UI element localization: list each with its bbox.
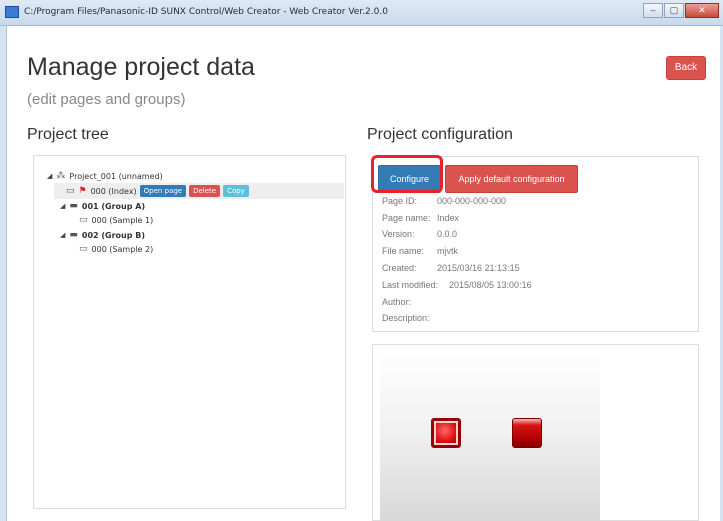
preview-red-button-2 — [512, 418, 542, 448]
info-version: Version: 0.0.0 — [382, 229, 457, 239]
info-last-modified: Last modified: 2015/08/05 13:00:16 — [382, 280, 532, 290]
monitor-icon: ▭ — [79, 215, 88, 225]
apply-default-configuration-button[interactable]: Apply default configuration — [445, 165, 578, 193]
page-subtitle: (edit pages and groups) — [27, 91, 186, 108]
tree-item-group-b-label: 002 (Group B) — [81, 230, 146, 240]
tree-item-group-b-page-label: 000 (Sample 2) — [91, 244, 154, 254]
tree-item-project[interactable]: ◢ ⁂ Project_001 (unnamed) — [47, 171, 163, 181]
monitor-icon: ▭ — [66, 186, 75, 196]
info-created: Created: 2015/03/16 21:13:15 — [382, 263, 520, 273]
info-label: Page name: — [382, 213, 431, 223]
info-label: Created: — [382, 263, 417, 273]
project-tree-heading: Project tree — [27, 126, 109, 143]
info-label: Page ID: — [382, 196, 418, 206]
maximize-button[interactable]: ▢ — [664, 3, 684, 18]
window-frame-left — [0, 26, 7, 521]
tree-item-selected-label: 000 (Index) — [90, 186, 137, 196]
info-label: Version: — [382, 229, 415, 239]
tree-item-project-label: Project_001 (unnamed) — [69, 171, 163, 181]
window-controls: – ▢ ✕ — [642, 3, 719, 21]
close-button[interactable]: ✕ — [685, 3, 719, 18]
folder-icon: ▬ — [69, 230, 78, 240]
info-value: 000-000-000-000 — [437, 196, 507, 206]
info-label: Last modified: — [382, 280, 439, 290]
tree-item-group-a-label: 001 (Group A) — [81, 201, 146, 211]
monitor-icon: ▭ — [79, 244, 88, 254]
folder-icon: ▬ — [69, 201, 78, 211]
tree-item-selected-page[interactable]: ▭ ⚑ 000 (Index) Open page Delete Copy — [54, 183, 344, 199]
tree-item-group-b[interactable]: ◢ ▬ 002 (Group B) — [60, 230, 145, 240]
info-value: 2015/03/16 21:13:15 — [437, 263, 520, 273]
project-configuration-heading: Project configuration — [367, 126, 513, 143]
open-page-button[interactable]: Open page — [139, 185, 187, 197]
caret-down-icon[interactable]: ◢ — [60, 202, 65, 210]
app-icon — [5, 6, 19, 18]
flag-icon: ⚑ — [78, 186, 87, 196]
info-label: Description: — [382, 313, 430, 323]
info-file-name: File name: mjvtk — [382, 246, 458, 256]
info-value: mjvtk — [437, 246, 458, 256]
delete-page-button[interactable]: Delete — [189, 185, 221, 197]
configure-highlight-frame — [371, 155, 443, 193]
page-preview-canvas — [380, 352, 600, 521]
page-title: Manage project data — [27, 53, 255, 81]
minimize-button[interactable]: – — [643, 3, 663, 18]
info-author: Author: — [382, 297, 411, 307]
info-description: Description: — [382, 313, 430, 323]
window-titlebar: C:/Program Files/Panasonic-ID SUNX Contr… — [0, 0, 723, 26]
info-value: 2015/08/05 13:00:16 — [449, 280, 532, 290]
preview-red-button-1 — [431, 418, 461, 448]
sitemap-icon: ⁂ — [56, 171, 66, 181]
back-button[interactable]: Back — [666, 56, 706, 80]
info-label: File name: — [382, 246, 425, 256]
caret-down-icon[interactable]: ◢ — [47, 172, 52, 180]
tree-item-group-a-page[interactable]: ▭ 000 (Sample 1) — [79, 215, 153, 225]
tree-item-group-b-page[interactable]: ▭ 000 (Sample 2) — [79, 244, 153, 254]
tree-item-group-a[interactable]: ◢ ▬ 001 (Group A) — [60, 201, 145, 211]
info-value: Index — [437, 213, 460, 223]
info-page-id: Page ID: 000-000-000-000 — [382, 196, 506, 206]
caret-down-icon[interactable]: ◢ — [60, 231, 65, 239]
info-page-name: Page name: Index — [382, 213, 459, 223]
window-title: C:/Program Files/Panasonic-ID SUNX Contr… — [24, 7, 388, 17]
info-value: 0.0.0 — [437, 229, 458, 239]
info-label: Author: — [382, 297, 412, 307]
copy-page-button[interactable]: Copy — [223, 185, 249, 197]
tree-item-group-a-page-label: 000 (Sample 1) — [91, 215, 154, 225]
